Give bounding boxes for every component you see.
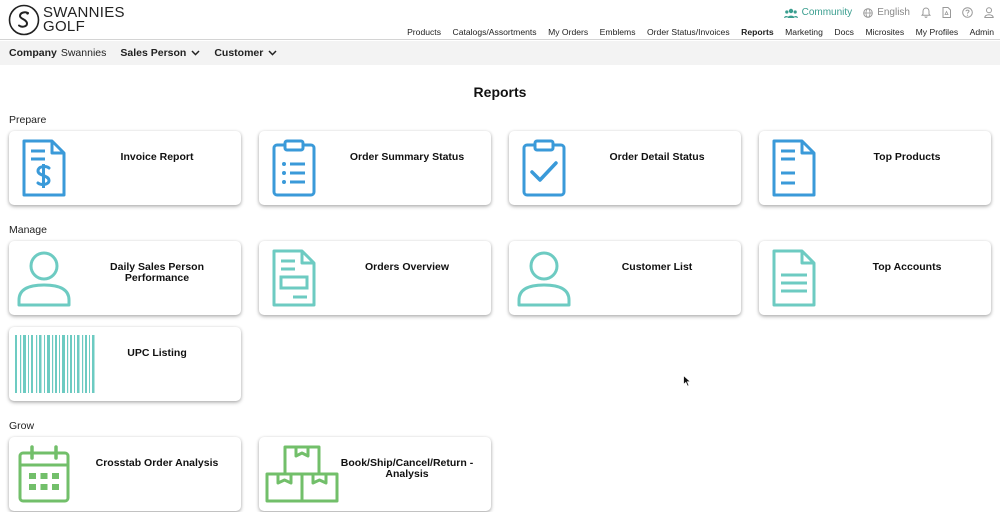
nav-reports[interactable]: Reports xyxy=(741,27,773,37)
brand-name: SWANNIES GOLF xyxy=(43,5,125,35)
customer-dropdown[interactable]: Customer xyxy=(214,47,277,59)
barcode-icon xyxy=(15,333,95,395)
language-label: English xyxy=(877,7,910,18)
top-products-label: Top Products xyxy=(873,151,941,163)
section-manage-heading: Manage xyxy=(9,224,47,236)
stacked-boxes-icon xyxy=(265,443,339,505)
upc-listing-label: UPC Listing xyxy=(127,347,187,359)
company-filter[interactable]: Company Swannies xyxy=(9,47,106,59)
company-filter-value: Swannies xyxy=(60,47,107,59)
swan-logo-icon xyxy=(8,4,40,36)
report-card-orders-overview[interactable]: Orders Overview xyxy=(259,241,491,315)
community-label: Community xyxy=(801,7,853,18)
filter-bar: Company Swannies Sales Person Customer xyxy=(0,41,1000,65)
help-button[interactable] xyxy=(962,7,973,18)
brand-logo[interactable]: SWANNIES GOLF xyxy=(8,4,125,36)
community-link[interactable]: Community xyxy=(783,7,853,18)
chevron-down-icon xyxy=(268,50,277,56)
community-icon xyxy=(783,8,798,18)
report-card-crosstab-order-analysis[interactable]: Crosstab Order Analysis xyxy=(9,437,241,511)
user-icon xyxy=(984,7,994,18)
section-prepare-heading: Prepare xyxy=(9,114,47,126)
page-title: Reports xyxy=(473,84,527,100)
report-card-order-detail-status[interactable]: Order Detail Status xyxy=(509,131,741,205)
form-document-icon xyxy=(267,247,321,309)
report-card-customer-list[interactable]: Customer List xyxy=(509,241,741,315)
clipboard-check-icon xyxy=(517,137,571,199)
nav-products[interactable]: Products xyxy=(407,27,441,37)
report-card-top-products[interactable]: Top Products xyxy=(759,131,991,205)
section-grow-heading: Grow xyxy=(9,420,35,432)
daily-sales-person-label: Daily Sales Person Performance xyxy=(79,262,235,284)
book-ship-line2: Analysis xyxy=(385,468,429,480)
pdf-file-icon xyxy=(942,7,951,18)
report-card-order-summary-status[interactable]: Order Summary Status xyxy=(259,131,491,205)
nav-emblems[interactable]: Emblems xyxy=(600,27,636,37)
order-detail-status-label: Order Detail Status xyxy=(609,151,705,163)
crosstab-label: Crosstab Order Analysis xyxy=(95,457,219,469)
mouse-cursor-icon xyxy=(683,375,692,387)
document-text-icon xyxy=(767,247,821,309)
report-card-book-ship-cancel-return[interactable]: Book/Ship/Cancel/Return - Analysis xyxy=(259,437,491,511)
customer-list-label: Customer List xyxy=(621,261,693,273)
report-card-top-accounts[interactable]: Top Accounts xyxy=(759,241,991,315)
customer-label: Customer xyxy=(214,47,264,59)
top-accounts-label: Top Accounts xyxy=(872,261,942,273)
notifications-button[interactable] xyxy=(921,7,931,18)
daily-sales-person-line2: Performance xyxy=(124,272,190,284)
nav-catalogs-assortments[interactable]: Catalogs/Assortments xyxy=(453,27,537,37)
calendar-icon xyxy=(17,443,71,505)
nav-docs[interactable]: Docs xyxy=(834,27,854,37)
person-icon xyxy=(17,247,71,309)
main-navigation: Products Catalogs/Assortments My Orders … xyxy=(396,27,994,37)
nav-microsites[interactable]: Microsites xyxy=(865,27,904,37)
invoice-report-label: Invoice Report xyxy=(120,151,194,163)
language-selector[interactable]: English xyxy=(863,7,910,18)
nav-my-profiles[interactable]: My Profiles xyxy=(916,27,959,37)
utility-bar: Community English xyxy=(773,7,994,18)
chevron-down-icon xyxy=(191,50,200,56)
help-icon xyxy=(962,7,973,18)
brand-line-2: GOLF xyxy=(43,18,86,35)
top-header: SWANNIES GOLF Community English Products… xyxy=(0,0,1000,40)
nav-my-orders[interactable]: My Orders xyxy=(548,27,588,37)
report-card-upc-listing[interactable]: UPC Listing xyxy=(9,327,241,401)
nav-marketing[interactable]: Marketing xyxy=(785,27,823,37)
bell-icon xyxy=(921,7,931,18)
book-ship-label: Book/Ship/Cancel/Return - Analysis xyxy=(329,458,485,480)
nav-order-status-invoices[interactable]: Order Status/Invoices xyxy=(647,27,730,37)
orders-overview-label: Orders Overview xyxy=(364,261,450,273)
pdf-button[interactable] xyxy=(942,7,951,18)
user-account-button[interactable] xyxy=(984,7,994,18)
document-lines-icon xyxy=(767,137,821,199)
clipboard-list-icon xyxy=(267,137,321,199)
sales-person-label: Sales Person xyxy=(120,47,187,59)
order-summary-status-label: Order Summary Status xyxy=(349,151,465,163)
person-icon xyxy=(517,247,571,309)
report-card-daily-sales-person-performance[interactable]: Daily Sales Person Performance xyxy=(9,241,241,315)
report-card-invoice-report[interactable]: Invoice Report xyxy=(9,131,241,205)
sales-person-dropdown[interactable]: Sales Person xyxy=(120,47,200,59)
nav-admin[interactable]: Admin xyxy=(970,27,994,37)
company-filter-label: Company xyxy=(9,47,57,59)
globe-icon xyxy=(863,7,873,18)
invoice-dollar-icon xyxy=(17,137,71,199)
